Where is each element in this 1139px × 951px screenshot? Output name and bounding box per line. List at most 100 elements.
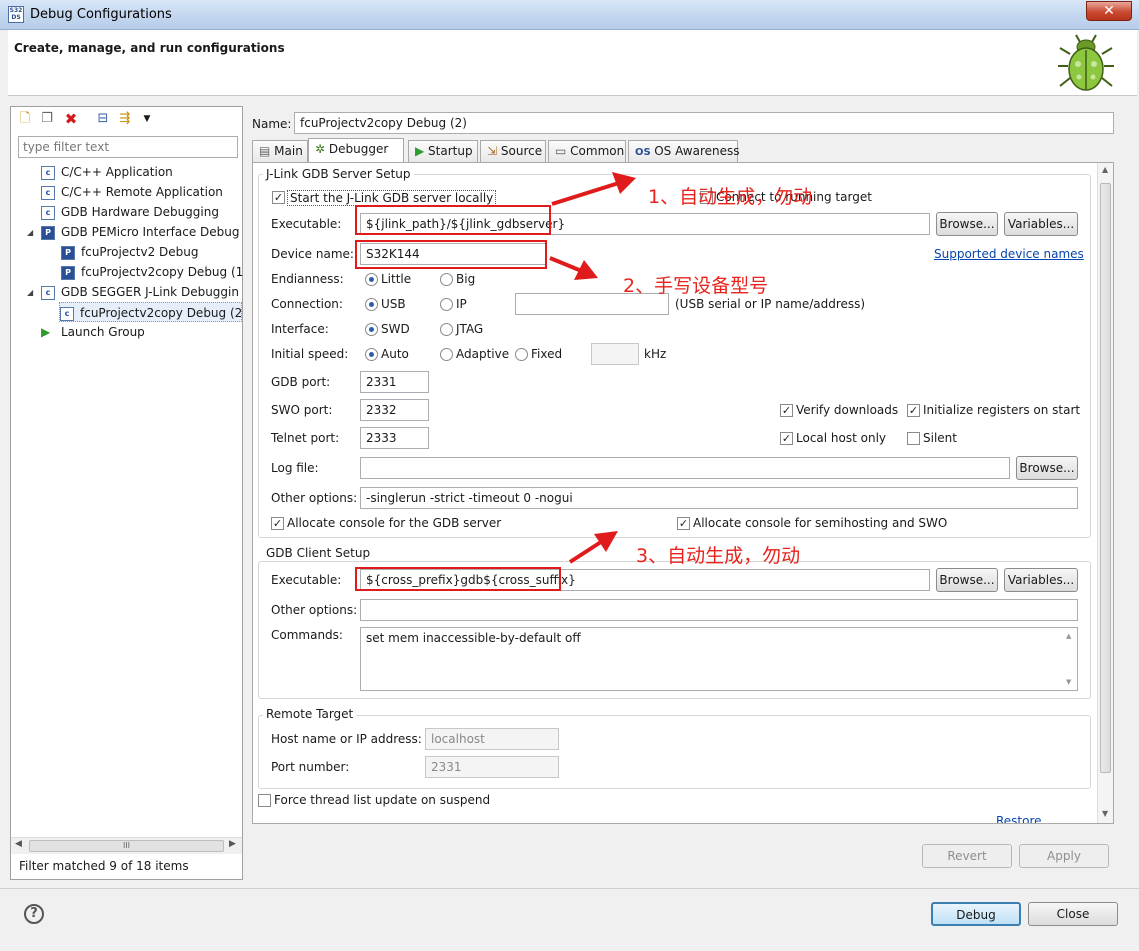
tab-common[interactable]: ▭ Common [548,140,626,162]
annotation-arrows [549,172,636,564]
scroll-right-icon[interactable]: ▶ [229,839,236,849]
interface-label: Interface: [271,322,329,336]
commands-scroll-down-icon[interactable]: ▼ [1066,678,1071,686]
restore-defaults-link[interactable]: Restore defaults [996,814,1092,823]
scroll-thumb[interactable]: III [29,840,224,852]
pemicro-config-icon: P [41,225,55,240]
alloc-console-label: Allocate console for the GDB server [287,516,502,530]
client-other-options-label: Other options: [271,603,358,617]
host-label: Host name or IP address: [271,732,422,746]
debug-bug-icon [1058,34,1114,91]
config-name-input[interactable]: fcuProjectv2copy Debug (2) [294,112,1114,134]
tree-item-gdb-hardware-debugging[interactable]: c GDB Hardware Debugging [41,202,219,222]
tree-item-gdb-segger-jlink[interactable]: c GDB SEGGER J-Link Debuggin [41,282,239,302]
restore-defaults-clip: Restore defaults [996,813,1092,823]
config-tree-panel: 🗋 ❐ ✖ ⊟ ⇶ ▼ cC/C++ Application cC/C++ Re… [10,106,243,880]
device-name-label: Device name: [271,247,354,261]
server-variables-button[interactable]: Variables... [1004,212,1078,236]
if-jtag-radio[interactable] [440,323,453,336]
delete-icon[interactable]: ✖ [63,111,79,127]
source-tab-icon: ⇲ [487,144,501,158]
silent-checkbox[interactable] [907,432,920,445]
tab-source[interactable]: ⇲ Source [480,140,546,162]
header-title: Create, manage, and run configurations [14,41,285,55]
endian-big-radio[interactable] [440,273,453,286]
tab-startup[interactable]: ▶ Startup [408,140,478,162]
scroll-left-icon[interactable]: ◀ [15,839,22,849]
telnet-port-label: Telnet port: [271,431,340,445]
client-other-options-input[interactable] [360,599,1078,621]
server-browse-button[interactable]: Browse... [936,212,998,236]
gdb-port-input[interactable]: 2331 [360,371,429,393]
annotation-2: 2、手写设备型号 [623,275,769,297]
annotation-box-executable [355,205,551,235]
tab-main[interactable]: ▤ Main [252,140,308,162]
start-server-checkbox[interactable]: ✓ [272,191,285,204]
c-config-icon: c [41,165,55,180]
new-config-icon[interactable]: 🗋 [17,111,33,127]
tree-item-gdb-pemicro[interactable]: P GDB PEMicro Interface Debug [41,222,240,242]
swo-port-input[interactable]: 2332 [360,399,429,421]
conn-ip-radio[interactable] [440,298,453,311]
annotation-1: 1、自动生成，勿动 [648,186,813,208]
jlink-server-group-title: J-Link GDB Server Setup [263,167,414,181]
supported-devices-link[interactable]: Supported device names [934,247,1084,261]
close-button[interactable]: Close [1028,902,1118,926]
debug-button[interactable]: Debug [931,902,1021,926]
launch-group-icon: ▶ [41,325,51,339]
horizontal-scrollbar[interactable]: ◀ III ▶ [11,837,242,854]
close-window-button[interactable]: ✕ [1086,1,1132,21]
tab-os-awareness[interactable]: OS OS Awareness [628,140,740,162]
apply-button[interactable]: Apply [1019,844,1109,868]
speed-adaptive-radio[interactable] [440,348,453,361]
server-other-options-label: Other options: [271,491,358,505]
scroll-thumb[interactable] [1100,183,1111,773]
tab-debugger[interactable]: ✲ Debugger [308,138,404,162]
host-input[interactable]: localhost [425,728,559,750]
c-config-icon: c [41,205,55,220]
revert-button[interactable]: Revert [922,844,1012,868]
vertical-scrollbar[interactable]: ▲ ▼ [1097,163,1113,823]
endian-little-radio[interactable] [365,273,378,286]
commands-scroll-up-icon[interactable]: ▲ [1066,632,1071,640]
tree-item-cpp-remote-application[interactable]: c C/C++ Remote Application [41,182,223,202]
expand-arrow-icon[interactable]: ◢ [27,288,33,297]
annotation-box-client-executable [355,567,561,591]
connection-label: Connection: [271,297,343,311]
client-browse-button[interactable]: Browse... [936,568,998,592]
os-awareness-tab-icon: OS [635,147,655,158]
client-variables-button[interactable]: Variables... [1004,568,1078,592]
conn-ip-label: IP [456,297,467,311]
if-swd-radio[interactable] [365,323,378,336]
expand-arrow-icon[interactable]: ◢ [27,228,33,237]
tree-item-cpp-application[interactable]: c C/C++ Application [41,162,173,182]
scroll-down-icon[interactable]: ▼ [1102,809,1108,818]
telnet-port-input[interactable]: 2333 [360,427,429,449]
speed-fixed-radio[interactable] [515,348,528,361]
collapse-all-icon[interactable]: ⊟ [95,111,111,127]
speed-auto-radio[interactable] [365,348,378,361]
help-icon[interactable]: ? [24,904,44,924]
filter-icon[interactable]: ⇶ [117,111,133,127]
annotation-box-device [355,240,547,269]
commands-textarea[interactable]: set mem inaccessible-by-default off [360,627,1078,691]
port-number-input[interactable]: 2331 [425,756,559,778]
tree-item-fcuprojectv2copy-debug-1[interactable]: PfcuProjectv2copy Debug (1 [61,262,243,282]
name-label: Name: [252,117,292,131]
gdb-port-label: GDB port: [271,375,331,389]
init-registers-checkbox[interactable]: ✓ [907,404,920,417]
tree-item-fcuprojectv2-debug[interactable]: PfcuProjectv2 Debug [61,242,199,262]
remote-target-group [258,715,1091,789]
duplicate-icon[interactable]: ❐ [39,111,55,127]
alloc-console-checkbox[interactable]: ✓ [271,517,284,530]
filter-input[interactable] [18,136,238,158]
conn-usb-radio[interactable] [365,298,378,311]
tree-item-fcuprojectv2copy-debug-2[interactable]: c fcuProjectv2copy Debug (2 [59,302,242,322]
view-menu-icon[interactable]: ▼ [139,111,155,127]
force-thread-checkbox[interactable] [258,794,271,807]
tree-item-launch-group[interactable]: ▶ Launch Group [41,322,145,342]
scroll-up-icon[interactable]: ▲ [1102,165,1108,174]
verify-downloads-label: Verify downloads [796,403,899,417]
main-tab-icon: ▤ [259,144,275,158]
log-browse-button[interactable]: Browse... [1016,456,1078,480]
